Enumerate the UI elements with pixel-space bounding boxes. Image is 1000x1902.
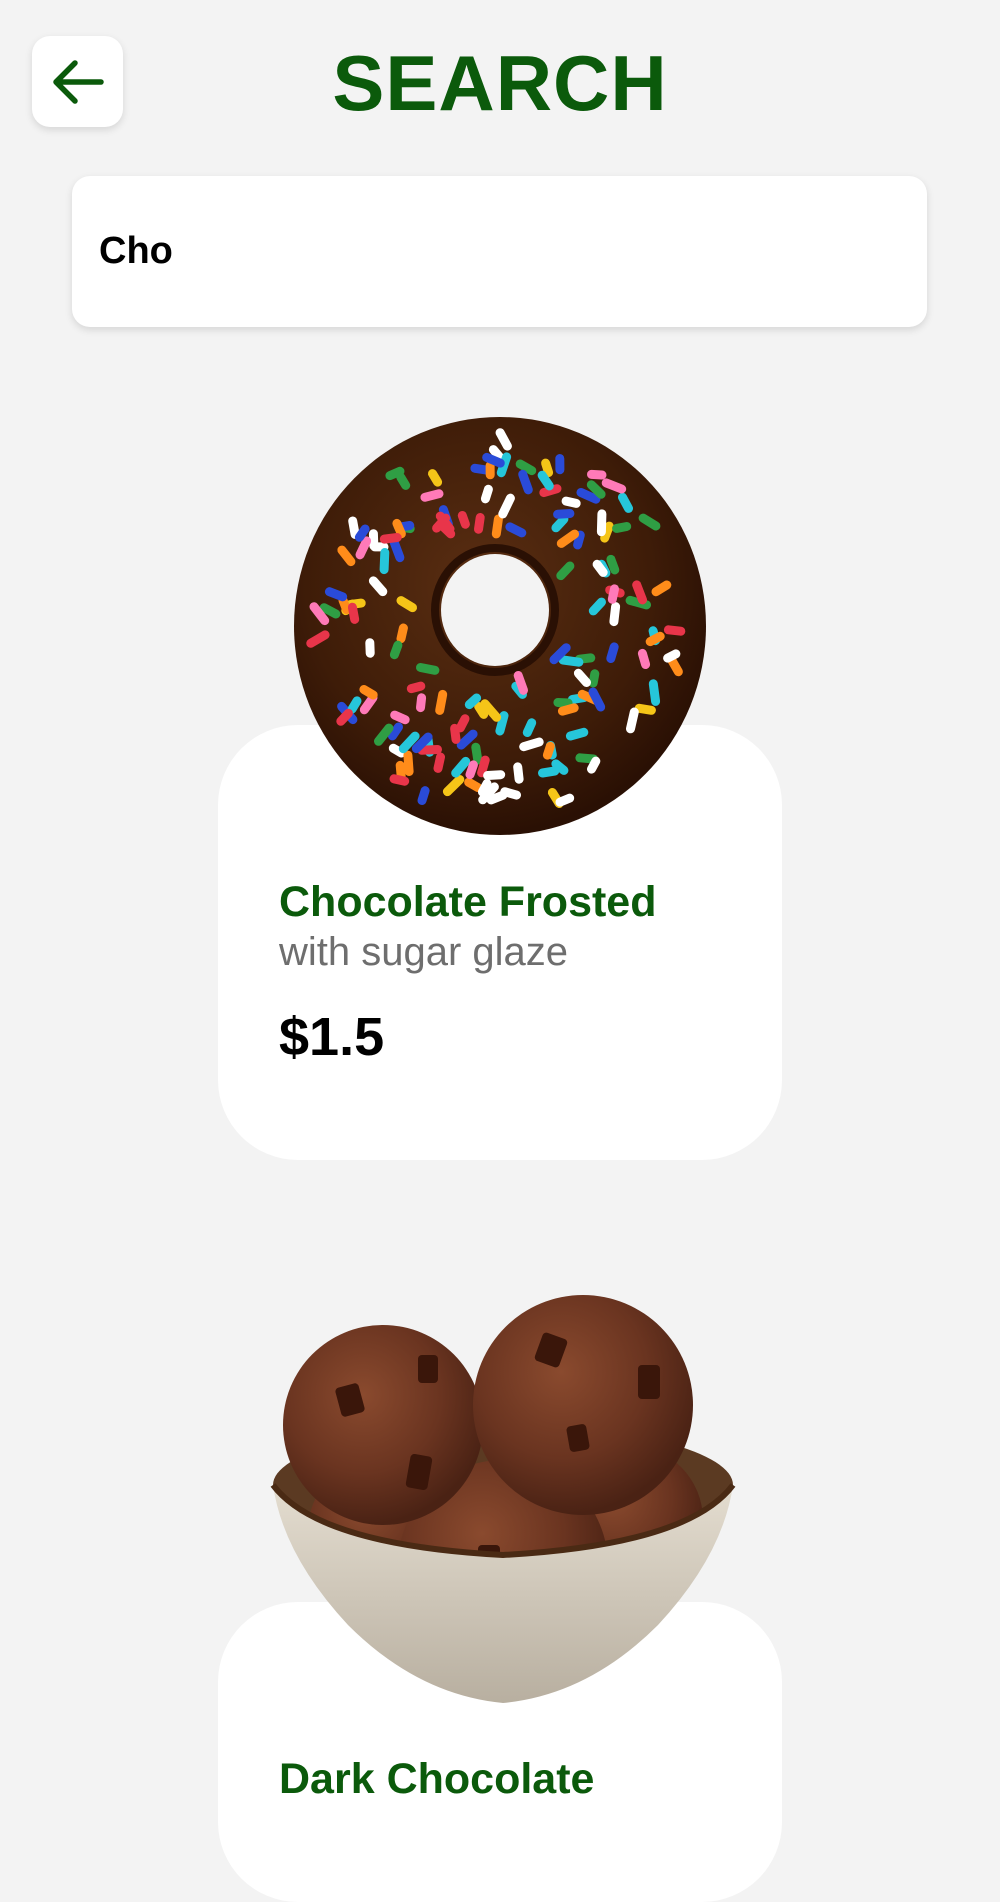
product-item[interactable]: Chocolate Frosted with sugar glaze $1.5 [218, 415, 782, 1160]
search-input[interactable] [99, 230, 900, 273]
chocolate-sprinkle-donut-image [290, 415, 710, 837]
product-name: Dark Chocolate [279, 1755, 594, 1804]
product-item[interactable]: Dark Chocolate [218, 1295, 782, 1795]
product-description: with sugar glaze [279, 930, 568, 975]
product-price: $1.5 [279, 1006, 384, 1068]
product-name: Chocolate Frosted [279, 878, 657, 927]
chocolate-ice-cream-bowl-image [268, 1295, 738, 1713]
page-title: SEARCH [0, 38, 1000, 128]
search-field-container[interactable] [72, 176, 927, 327]
